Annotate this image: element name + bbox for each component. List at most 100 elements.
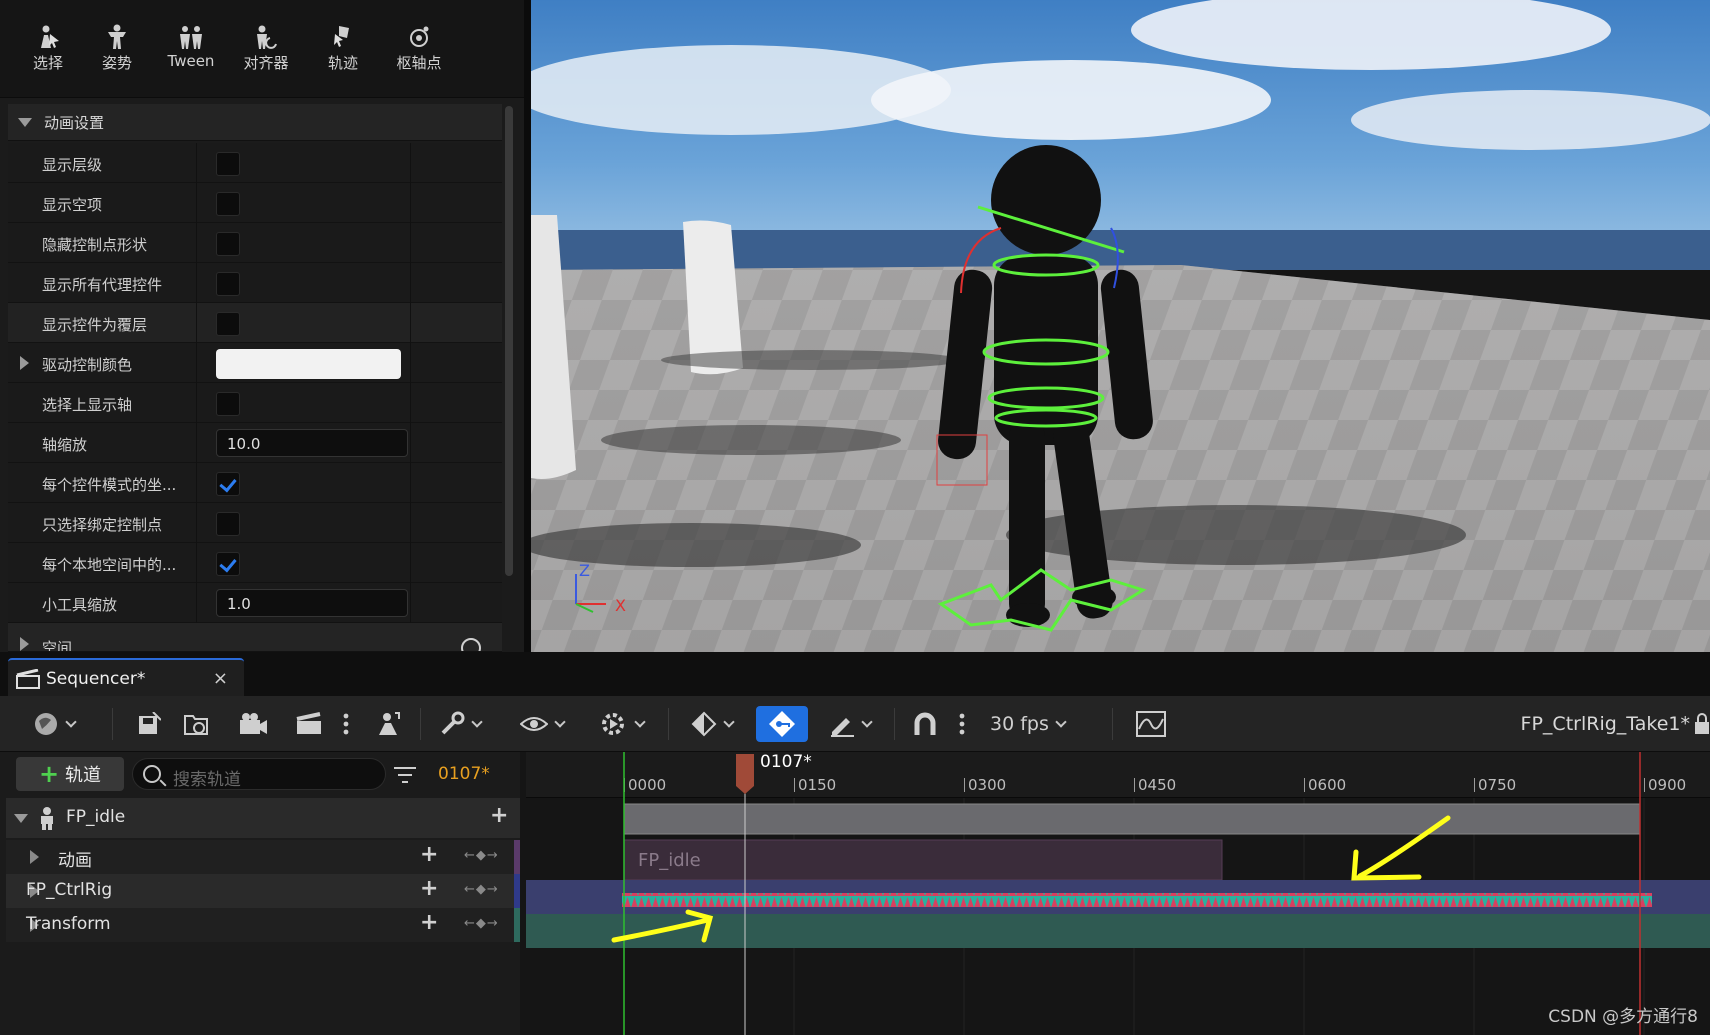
setting-local-space-option: 每个本地空间中的... bbox=[8, 543, 502, 583]
key-interpolation-button[interactable] bbox=[684, 706, 740, 742]
track-label: FP_idle bbox=[66, 807, 126, 827]
timeline-tracks bbox=[526, 752, 1710, 1035]
setting-coord-system-per-widget-mode: 每个控件模式的坐... bbox=[8, 463, 502, 503]
coord-system-per-widget-mode-checkbox[interactable] bbox=[216, 472, 240, 496]
key-navigation[interactable]: ←◆→ bbox=[464, 848, 499, 863]
sequencer-tab-strip: Sequencer* × bbox=[0, 652, 1710, 696]
setting-driven-control-color: 驱动控制颜色 bbox=[8, 343, 502, 383]
track-label: FP_CtrlRig bbox=[26, 880, 113, 900]
current-frame[interactable]: 0107* bbox=[438, 764, 490, 784]
eye-icon bbox=[520, 717, 548, 731]
category-space-partial[interactable]: 空间 bbox=[8, 623, 502, 652]
track-color-stripe bbox=[514, 840, 520, 874]
expand-arrow-icon[interactable] bbox=[30, 850, 39, 864]
add-key-button[interactable]: + bbox=[420, 876, 438, 901]
add-subtrack-button[interactable]: + bbox=[490, 803, 508, 828]
show-controls-as-overlay-checkbox[interactable] bbox=[216, 312, 240, 336]
save-button[interactable] bbox=[132, 706, 166, 742]
curve-editor-icon bbox=[1136, 711, 1166, 737]
setting-only-select-rig-controls: 只选择绑定控制点 bbox=[8, 503, 502, 543]
show-nulls-checkbox[interactable] bbox=[216, 192, 240, 216]
shadow bbox=[601, 425, 901, 455]
details-panel: 选择 姿势 Tween 对齐器 轨迹 枢轴点 动画设置 显示层级 显示空项 隐藏… bbox=[0, 0, 524, 652]
details-scrollbar[interactable] bbox=[505, 106, 513, 576]
panel-splitter[interactable] bbox=[524, 0, 531, 652]
setting-label: 选择上显示轴 bbox=[42, 396, 133, 414]
track-outliner: + 轨道 搜索轨道 0107* FP_idle + 动画 + ←◆→ FP_Ct… bbox=[0, 752, 520, 1035]
sequencer-tab[interactable]: Sequencer* × bbox=[8, 658, 244, 696]
level-viewport[interactable]: Z X bbox=[531, 0, 1710, 652]
setting-gizmo-scale: 小工具缩放 1.0 bbox=[8, 583, 502, 623]
tools-menu-button[interactable] bbox=[432, 706, 488, 742]
more-options-button[interactable] bbox=[336, 706, 356, 742]
more-vertical-icon bbox=[343, 713, 349, 735]
search-tracks-input[interactable]: 搜索轨道 bbox=[132, 758, 386, 790]
view-options-button[interactable] bbox=[514, 706, 570, 742]
pencil-icon bbox=[831, 718, 854, 737]
track-color-stripe bbox=[514, 874, 520, 908]
browse-button[interactable] bbox=[180, 706, 214, 742]
hide-control-shapes-checkbox[interactable] bbox=[216, 232, 240, 256]
reset-icon[interactable] bbox=[460, 637, 482, 652]
camera-button[interactable] bbox=[236, 706, 270, 742]
axes-scale-input[interactable]: 10.0 bbox=[216, 429, 408, 457]
sequence-name-label: FP_CtrlRig_Take1* bbox=[1520, 713, 1690, 735]
curve-editor-button[interactable] bbox=[1134, 706, 1168, 742]
key-navigation[interactable]: ←◆→ bbox=[464, 882, 499, 897]
lock-button[interactable] bbox=[1694, 706, 1710, 742]
show-hierarchy-checkbox[interactable] bbox=[216, 152, 240, 176]
expand-arrow-icon[interactable] bbox=[20, 356, 29, 370]
category-animation-settings[interactable]: 动画设置 bbox=[8, 104, 502, 141]
collapse-arrow-icon[interactable] bbox=[14, 814, 28, 823]
key-edit-mode-button[interactable] bbox=[822, 706, 878, 742]
mode-tween-button[interactable]: Tween bbox=[155, 24, 227, 70]
add-key-button[interactable]: + bbox=[420, 910, 438, 935]
setting-label: 显示所有代理控件 bbox=[42, 276, 163, 294]
track-row-fp-ctrlrig[interactable]: FP_CtrlRig + ←◆→ bbox=[6, 874, 520, 908]
add-track-button[interactable]: + 轨道 bbox=[16, 757, 124, 791]
animation-clip bbox=[623, 839, 1223, 881]
mode-pose-button[interactable]: 姿势 bbox=[81, 24, 153, 73]
category-title: 动画设置 bbox=[44, 113, 105, 132]
timeline-area[interactable]: 0000 0150 0300 0450 0600 0750 0900 0107* bbox=[526, 752, 1710, 1035]
track-row-transform[interactable]: Transform + ←◆→ bbox=[6, 908, 520, 942]
setting-axes-scale: 轴缩放 10.0 bbox=[8, 423, 502, 463]
gizmo-scale-input[interactable]: 1.0 bbox=[216, 589, 408, 617]
mode-snapper-button[interactable]: 对齐器 bbox=[230, 24, 302, 73]
clapperboard-render-icon bbox=[296, 712, 321, 734]
clip-label: FP_idle bbox=[638, 850, 701, 871]
close-tab-button[interactable]: × bbox=[213, 668, 228, 689]
track-color-stripe bbox=[514, 908, 520, 942]
snapping-options-button[interactable] bbox=[954, 706, 970, 742]
expand-arrow-icon bbox=[20, 637, 29, 651]
playback-options-button[interactable] bbox=[594, 706, 650, 742]
mode-select-button[interactable]: 选择 bbox=[12, 24, 84, 73]
auto-key-toggle[interactable] bbox=[756, 706, 808, 742]
driven-control-color-swatch[interactable] bbox=[216, 349, 401, 379]
local-space-option-checkbox[interactable] bbox=[216, 552, 240, 576]
only-select-rig-controls-checkbox[interactable] bbox=[216, 512, 240, 536]
actions-button[interactable] bbox=[372, 706, 406, 742]
add-key-button[interactable]: + bbox=[420, 842, 438, 867]
fps-selector[interactable]: 30 fps bbox=[990, 706, 1086, 742]
lock-icon bbox=[1695, 713, 1709, 734]
tween-icon bbox=[180, 26, 202, 49]
magnet-icon bbox=[914, 712, 936, 735]
track-row-animation[interactable]: 动画 + ←◆→ bbox=[6, 840, 520, 874]
track-row-fp-idle[interactable]: FP_idle + bbox=[6, 798, 520, 838]
snapping-toggle[interactable] bbox=[908, 706, 942, 742]
playhead-handle bbox=[736, 754, 754, 794]
mode-pivot-button[interactable]: 枢轴点 bbox=[383, 24, 455, 73]
world-selector-button[interactable] bbox=[24, 706, 84, 742]
show-axes-on-selection-checkbox[interactable] bbox=[216, 392, 240, 416]
actor-to-sequencer-icon bbox=[379, 712, 400, 735]
show-all-proxy-controls-checkbox[interactable] bbox=[216, 272, 240, 296]
setting-label: 每个本地空间中的... bbox=[42, 556, 177, 574]
mode-trail-button[interactable]: 轨迹 bbox=[307, 24, 379, 73]
pivot-icon bbox=[410, 26, 429, 47]
key-navigation[interactable]: ←◆→ bbox=[464, 916, 499, 931]
filter-icon[interactable] bbox=[394, 766, 416, 784]
render-movie-button[interactable] bbox=[292, 706, 326, 742]
gear-play-icon bbox=[602, 713, 624, 735]
fps-label: 30 fps bbox=[990, 713, 1049, 735]
